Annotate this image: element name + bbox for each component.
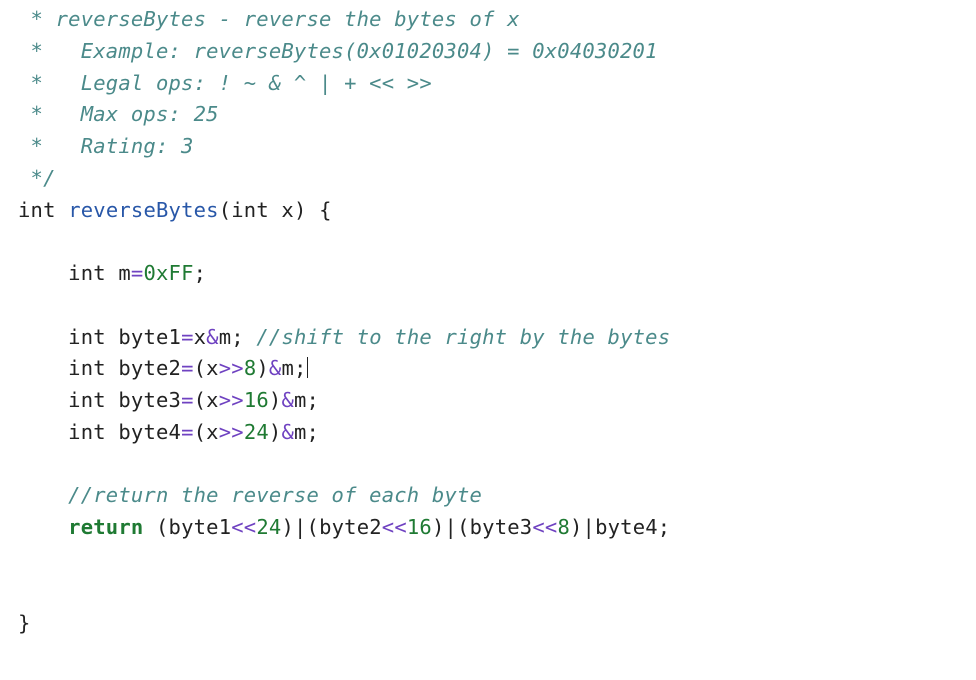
ident-byte4: byte4 xyxy=(595,515,658,539)
ident-m: m xyxy=(294,388,307,412)
decl-kw: int xyxy=(68,325,106,349)
return-type: int xyxy=(18,198,56,222)
comment-line: * Rating: 3 xyxy=(18,134,194,158)
paren-open: ( xyxy=(194,388,207,412)
indent xyxy=(18,388,68,412)
decl-kw: int xyxy=(68,420,106,444)
shr-op: >> xyxy=(219,388,244,412)
ident-x: x xyxy=(206,356,219,380)
space xyxy=(143,515,156,539)
amp-op: & xyxy=(269,356,282,380)
semicolon: ; xyxy=(194,261,207,285)
paren-open: ( xyxy=(156,515,169,539)
comment-line: * Example: reverseBytes(0x01020304) = 0x… xyxy=(18,39,658,63)
paren-close: ) xyxy=(269,388,282,412)
indent xyxy=(18,515,68,539)
equals-op: = xyxy=(181,325,194,349)
paren-open: ( xyxy=(457,515,470,539)
num-literal: 0xFF xyxy=(143,261,193,285)
num-literal: 16 xyxy=(407,515,432,539)
paren-close: ) xyxy=(256,356,269,380)
text-cursor-icon xyxy=(307,357,308,379)
brace-close: } xyxy=(18,611,31,635)
shr-op: >> xyxy=(219,420,244,444)
paren-open: ( xyxy=(194,356,207,380)
decl-kw: int xyxy=(68,356,106,380)
return-kw: return xyxy=(68,515,143,539)
var-byte1: byte1 xyxy=(106,325,181,349)
equals-op: = xyxy=(181,356,194,380)
equals-op: = xyxy=(131,261,144,285)
semicolon: ; xyxy=(294,356,307,380)
num-literal: 24 xyxy=(256,515,281,539)
return-comment: //return the reverse of each byte xyxy=(68,483,482,507)
num-literal: 8 xyxy=(244,356,257,380)
or-op: | xyxy=(294,515,307,539)
shl-op: << xyxy=(382,515,407,539)
sig-close: ) { xyxy=(294,198,332,222)
paren-open: ( xyxy=(194,420,207,444)
amp-op: & xyxy=(206,325,219,349)
num-literal: 16 xyxy=(244,388,269,412)
decl-kw: int xyxy=(68,388,106,412)
code-block[interactable]: * reverseBytes - reverse the bytes of x … xyxy=(0,0,976,643)
indent xyxy=(18,483,68,507)
shl-op: << xyxy=(532,515,557,539)
indent xyxy=(18,325,68,349)
paren-close: ) xyxy=(281,515,294,539)
shl-op: << xyxy=(231,515,256,539)
comment-end: */ xyxy=(18,166,56,190)
comment-line: * Legal ops: ! ~ & ^ | + << >> xyxy=(18,71,432,95)
indent xyxy=(18,261,68,285)
var-byte4: byte4 xyxy=(106,420,181,444)
indent xyxy=(18,356,68,380)
ident-x: x xyxy=(206,420,219,444)
ident-m: m xyxy=(219,325,232,349)
semicolon: ; xyxy=(231,325,244,349)
function-name: reverseBytes xyxy=(68,198,219,222)
ident-byte1: byte1 xyxy=(169,515,232,539)
num-literal: 24 xyxy=(244,420,269,444)
ident-x: x xyxy=(194,325,207,349)
var-byte3: byte3 xyxy=(106,388,181,412)
ident-byte2: byte2 xyxy=(319,515,382,539)
param-type: int xyxy=(231,198,269,222)
paren-open: ( xyxy=(219,198,232,222)
or-op: | xyxy=(583,515,596,539)
semicolon: ; xyxy=(307,388,320,412)
param-name: x xyxy=(269,198,294,222)
ident-x: x xyxy=(206,388,219,412)
equals-op: = xyxy=(181,420,194,444)
equals-op: = xyxy=(181,388,194,412)
paren-close: ) xyxy=(269,420,282,444)
inline-comment: //shift to the right by the bytes xyxy=(244,325,670,349)
decl-kw: int xyxy=(68,261,106,285)
amp-op: & xyxy=(281,388,294,412)
indent xyxy=(18,420,68,444)
ident-m: m xyxy=(281,356,294,380)
num-literal: 8 xyxy=(557,515,570,539)
comment-line: * reverseBytes - reverse the bytes of x xyxy=(18,7,520,31)
paren-close: ) xyxy=(570,515,583,539)
or-op: | xyxy=(445,515,458,539)
amp-op: & xyxy=(281,420,294,444)
comment-line: * Max ops: 25 xyxy=(18,102,219,126)
semicolon: ; xyxy=(307,420,320,444)
ident-byte3: byte3 xyxy=(470,515,533,539)
var-byte2: byte2 xyxy=(106,356,181,380)
paren-open: ( xyxy=(307,515,320,539)
paren-close: ) xyxy=(432,515,445,539)
ident-m: m xyxy=(294,420,307,444)
semicolon: ; xyxy=(658,515,671,539)
var-m: m xyxy=(106,261,131,285)
shr-op: >> xyxy=(219,356,244,380)
